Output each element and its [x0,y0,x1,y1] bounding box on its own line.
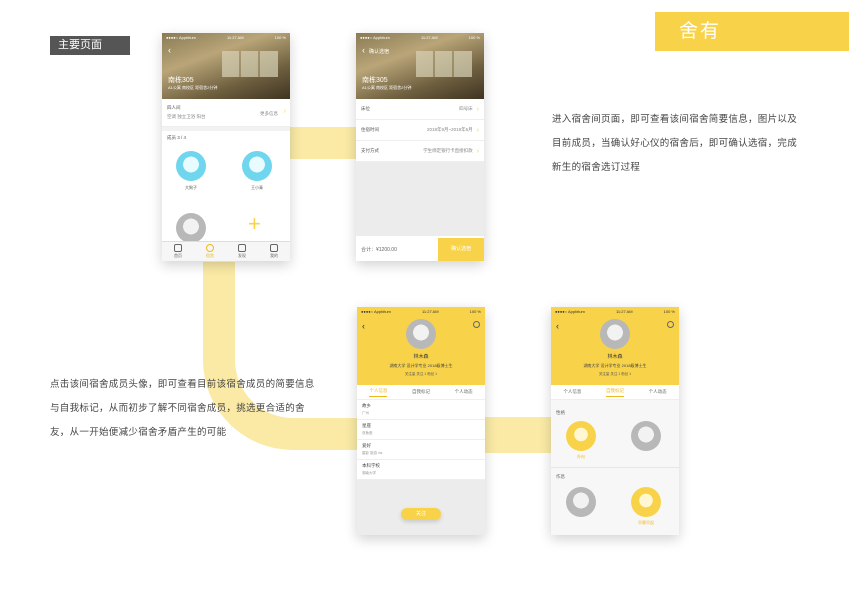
chevron-right-icon: › [476,126,479,134]
member-flow-description: 点击该间宿舍成员头像，即可查看目前该宿舍成员的简要信息 与自我标记，从而初步了解… [50,379,315,438]
empty-area [356,162,484,236]
member-avatar[interactable] [242,151,272,181]
room-address: A1公寓 南校区 距宿舍2分钟 [168,85,218,90]
profile-avatar [600,319,630,349]
tab-activity[interactable]: 个人动态 [455,389,473,395]
profile-stats: 关注量 关注 1 粉丝 1 [598,372,632,376]
profile-name: 林木森 [607,354,623,360]
profile-stats: 关注量 关注 1 粉丝 1 [404,372,438,376]
chevron-right-icon: › [476,105,479,113]
profile-name: 林木森 [413,354,429,360]
payment-row[interactable]: 支付方式 学生绑定银行卡直接扣款 › [356,141,484,162]
status-bar: ●●●●○ Appbitum 11:27 AM 100 % [166,34,286,40]
bed-row[interactable]: 床位 四号床 › [356,99,484,120]
profile-avatar [406,319,436,349]
tab-self-marks[interactable]: 自我标记 [605,388,624,397]
profile-school: 湖南大学 设计学专业 2018级博士生 [583,363,647,368]
profile-tabs: 个人信息 自我标记 个人动态 [357,385,485,400]
status-bar: ●●●●○ Appbitum 11:27 AM 100 % [361,308,481,314]
info-zodiac: 星座 双鱼座 [357,420,485,440]
badge-label: 外向 [577,454,585,459]
more-icon[interactable] [667,321,674,328]
back-icon[interactable]: ‹ [556,321,559,331]
tab-profile[interactable]: 我的 [270,244,278,259]
profile-tabs: 个人信息 自我标记 个人动态 [551,385,679,400]
phone-dorm-detail: ●●●●○ Appbitum 11:27 AM 100 % ‹ 南栋305 A1公寓… [162,33,290,261]
tab-personal-info[interactable]: 个人信息 [369,388,388,397]
divider [551,467,679,468]
tab-self-marks[interactable]: 自我标记 [412,389,430,395]
profile-header: ●●●●○ Appbitum 11:27 AM 100 % ‹ 林木森 湖南大学 设… [551,307,679,385]
tab-discover[interactable]: 发现 [238,244,246,259]
window-decoration [416,51,472,77]
more-info-link[interactable]: 更多信息 [260,111,278,117]
person-icon [270,244,278,252]
status-bar: ●●●●○ Appbitum 11:27 AM 100 % [555,308,675,314]
back-icon[interactable]: ‹ [362,45,365,55]
phone-confirm-booking: ●●●●○ Appbitum 11:27 AM 100 % ‹ 确认选宿 南栋305… [356,33,484,261]
section-personality: 性格 [556,410,565,415]
connector-band-bottom [485,417,552,453]
follow-button[interactable]: 关注 [401,508,441,520]
room-name: 南栋305 [168,77,194,84]
profile-school: 湖南大学 设计学专业 2018级博士生 [389,363,453,368]
section-title: 舍有 [655,12,849,51]
main-pages-tag: 主要页面 [50,36,130,55]
back-icon[interactable]: ‹ [168,45,171,55]
bottom-bar: 合计：¥1200.00 确认选宿 [356,238,484,261]
members-title: 成员 3 / 4 [167,135,187,140]
tab-activity[interactable]: 个人动态 [649,389,667,395]
page-title: 确认选宿 [369,49,390,55]
member-name: 大狗子 [185,185,197,190]
more-icon[interactable] [473,321,480,328]
stay-period-row[interactable]: 住宿时间 2018年9月~2019年6月 › [356,120,484,141]
info-hometown: 故乡 广州 [357,400,485,420]
total-price: 合计：¥1200.00 [361,247,397,253]
add-member-icon[interactable]: + [248,213,261,235]
schedule-badge-active[interactable] [631,487,661,517]
chevron-right-icon: › [476,147,479,155]
room-address: A1公寓 南校区 距宿舍2分钟 [362,85,412,90]
dorm-photo: ●●●●○ Appbitum 11:27 AM 100 % ‹ 南栋305 A1公寓… [162,33,290,99]
phone-member-profile: ●●●●○ Appbitum 11:27 AM 100 % ‹ 林木森 湖南大学 设… [357,307,485,535]
dorm-icon [206,244,214,252]
back-icon[interactable]: ‹ [362,321,365,331]
personality-badge[interactable] [631,421,661,451]
chevron-right-icon: › [283,108,286,115]
info-college: 本科学校 湖南大学 [357,460,485,480]
tab-dorm[interactable]: 宿舍 [206,244,214,259]
info-hobby: 爱好 摄影 旅游 ins [357,440,485,460]
discover-icon [238,244,246,252]
tab-personal-info[interactable]: 个人信息 [563,389,581,395]
badge-label: 早睡早起 [638,520,654,525]
connector-band-top [285,127,360,159]
member-avatar[interactable] [176,213,206,243]
dorm-flow-description: 进入宿舍间页面，即可查看该间宿舍简要信息，图片以及 目前成员，当确认好心仪的宿舍… [552,114,798,173]
tab-bar: 首页 宿舍 发现 我的 [162,241,290,261]
schedule-badge[interactable] [566,487,596,517]
home-icon [174,244,182,252]
profile-header: ●●●●○ Appbitum 11:27 AM 100 % ‹ 林木森 湖南大学 设… [357,307,485,385]
section-schedule: 作息 [556,474,565,479]
tab-home[interactable]: 首页 [174,244,182,259]
room-type-row[interactable]: 四人间 空调 独立卫浴 阳台 更多信息 › [162,99,290,127]
personality-badge-active[interactable] [566,421,596,451]
window-decoration [222,51,278,77]
room-name: 南栋305 [362,77,388,84]
phone-member-marks: ●●●●○ Appbitum 11:27 AM 100 % ‹ 林木森 湖南大学 设… [551,307,679,535]
confirm-button[interactable]: 确认选宿 [438,238,484,261]
member-avatar[interactable] [176,151,206,181]
dorm-photo: ●●●●○ Appbitum 11:27 AM 100 % ‹ 确认选宿 南栋305… [356,33,484,99]
status-bar: ●●●●○ Appbitum 11:27 AM 100 % [360,34,480,40]
member-name: 王小青 [251,185,263,190]
